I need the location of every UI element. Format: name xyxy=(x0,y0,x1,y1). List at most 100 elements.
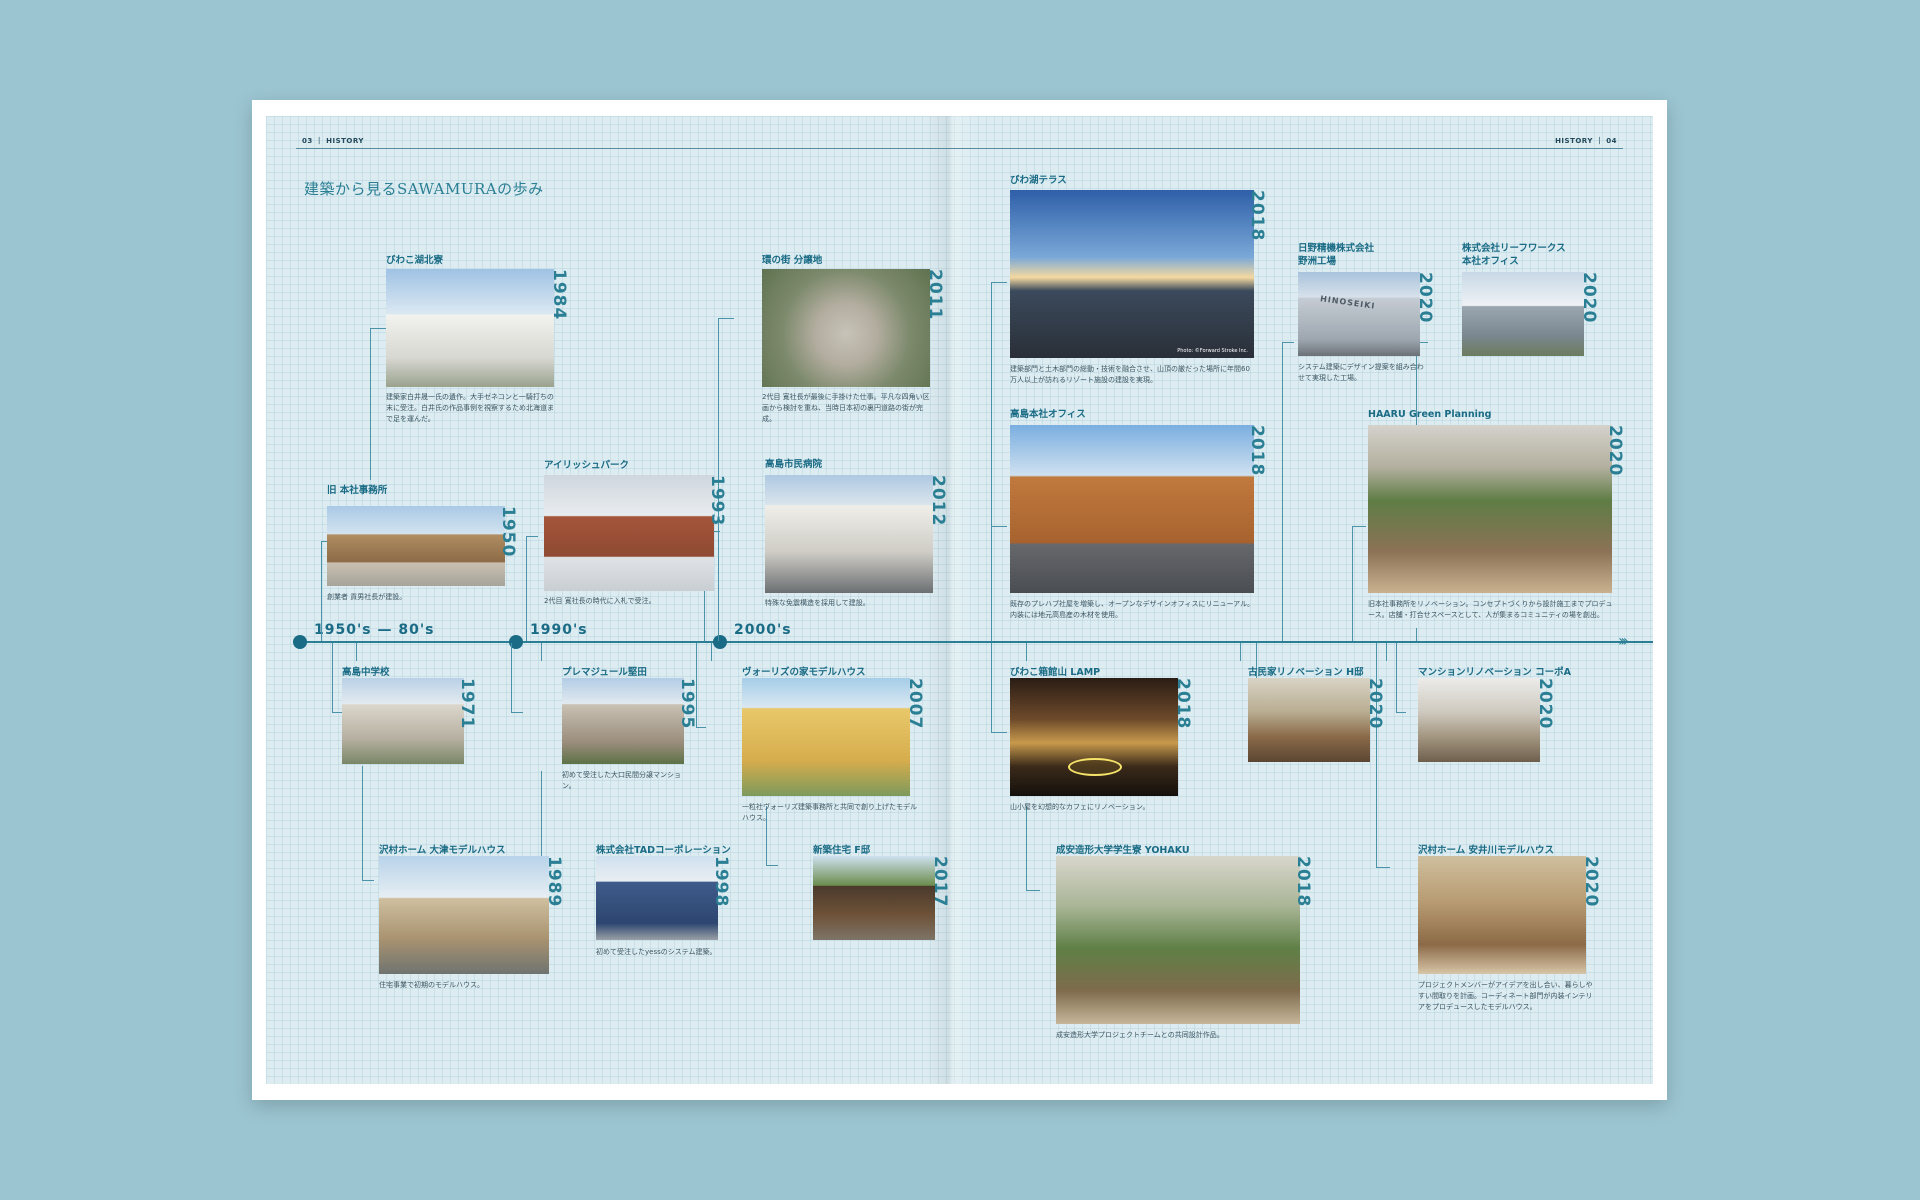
entry-year: 2018 xyxy=(1173,678,1193,730)
entry-photo xyxy=(386,269,554,387)
connector xyxy=(541,643,542,661)
entry-seian: 成安造形大学学生寮 YOHAKU 2018 成安造形大学プロジェクトチームとの共… xyxy=(1056,844,1313,1054)
entry-year: 1971 xyxy=(457,678,477,730)
timeline-axis xyxy=(302,641,1653,643)
spread-paper: 03 ｜ HISTORY HISTORY ｜ 04 建築から見るSAWAMURA… xyxy=(266,116,1653,1084)
photo-credit: Photo: ©Forward Stroke Inc. xyxy=(1177,348,1248,354)
entry-photo xyxy=(544,475,714,591)
entry-title: びわこ湖北寮 xyxy=(386,255,444,266)
entry-sawamura-otsu: 沢村ホーム 大津モデルハウス 1989 住宅事業で初期のモデルハウス。 xyxy=(379,844,569,994)
timeline-arrow-icon: ››› xyxy=(1618,631,1629,650)
entry-photo xyxy=(762,269,930,387)
connector xyxy=(1282,342,1294,641)
entry-title: 環の街 分譲地 xyxy=(762,255,823,266)
entry-takashima-office: 高島本社オフィス 2018 既存のプレハブ社屋を増築し、オープンなデザインオフィ… xyxy=(1010,408,1267,633)
entry-photo xyxy=(1368,425,1612,593)
hino-sign: HINOSEIKI xyxy=(1319,294,1376,311)
entry-year: 1995 xyxy=(677,678,697,730)
entry-kominka: 古民家リノベーション H邸 2020 xyxy=(1248,666,1398,766)
entry-description: 特殊な免震構造を採用して建設。 xyxy=(765,599,870,607)
entry-description: 建築部門と土木部門の総動・技術を融合させ、山頂の厳だった場所に年間60万人以上が… xyxy=(1010,365,1250,384)
entry-year: 2020 xyxy=(1581,856,1601,908)
entry-year: 2018 xyxy=(1293,856,1313,908)
entry-photo xyxy=(379,856,549,974)
connector xyxy=(1026,643,1027,661)
entry-haaru: HAARU Green Planning 2020 旧本社事務所をリノベーション… xyxy=(1368,408,1628,633)
connector xyxy=(1026,806,1040,891)
entry-premajour: プレマジュール堅田 1995 初めて受注した大口民間分譲マンション。 xyxy=(562,666,697,791)
entry-description: 2代目 寛社長の時代に入札で受注。 xyxy=(544,597,656,605)
entry-shinchiku-f: 新築住宅 F邸 2017 xyxy=(813,844,953,944)
entry-year: 2018 xyxy=(1247,425,1267,477)
entry-title: 株式会社リーフワークス 本社オフィス xyxy=(1462,243,1566,267)
entry-title: びわ湖テラス xyxy=(1010,175,1067,186)
connector xyxy=(526,536,538,641)
entry-description: 初めて受注したyessのシステム建築。 xyxy=(596,948,717,956)
entry-year: 2020 xyxy=(1415,272,1435,324)
entry-year: 1989 xyxy=(544,856,564,908)
entry-photo: Photo: ©Forward Stroke Inc. xyxy=(1010,190,1254,358)
entry-photo xyxy=(1056,856,1300,1024)
connector xyxy=(991,282,1007,542)
entry-year: 2012 xyxy=(928,475,948,527)
entry-description: 住宅事業で初期のモデルハウス。 xyxy=(379,981,484,989)
entry-irish-park: アイリッシュパーク 1993 2代目 寛社長の時代に入札で受注。 xyxy=(544,459,734,619)
entry-year: 2011 xyxy=(925,269,945,321)
entry-hino: 日野精機株式会社 野洲工場 HINOSEIKI 2020 システム建築にデザイン… xyxy=(1298,242,1438,392)
entry-description: 建築家白井晟一氏の遺作。大手ゼネコンと一騎打ちの末に受注。白井氏の作品事例を視察… xyxy=(386,393,554,423)
connector xyxy=(991,526,1007,641)
entry-biwako-terrace: びわ湖テラス Photo: ©Forward Stroke Inc. 2018 … xyxy=(1010,174,1267,414)
connector xyxy=(1240,643,1241,661)
header-rule xyxy=(296,148,1623,149)
entry-description: 山小屋を幻想的なカフェにリノベーション。 xyxy=(1010,803,1150,811)
page-header-right: HISTORY ｜ 04 xyxy=(1555,137,1617,145)
entry-description: 旧本社事務所をリノベーション。コンセプトづくりから設計施工までプロデュース。店舗… xyxy=(1368,600,1613,619)
entry-photo xyxy=(1462,272,1584,356)
entry-description: 既存のプレハブ社屋を増築し、オープンなデザインオフィスにリニューアル。内装には地… xyxy=(1010,600,1255,619)
entry-photo xyxy=(813,856,935,940)
connector xyxy=(362,766,374,881)
entry-biwako-hokuryo: びわこ湖北寮 1984 建築家白井晟一氏の遺作。大手ゼネコンと一騎打ちの末に受注… xyxy=(386,254,569,434)
entry-title: HAARU Green Planning xyxy=(1368,409,1492,420)
entry-photo xyxy=(1418,678,1540,762)
connector xyxy=(711,643,712,661)
entry-description: 創業者 貢男社長が建設。 xyxy=(327,593,407,601)
connector xyxy=(696,643,706,728)
era-label-2000s: 2000's xyxy=(734,622,792,638)
entry-leafworks: 株式会社リーフワークス 本社オフィス 2020 xyxy=(1462,242,1602,362)
era-label-1990s: 1990's xyxy=(530,622,588,638)
connector xyxy=(511,643,523,713)
entry-photo xyxy=(1010,425,1254,593)
entry-title: アイリッシュパーク xyxy=(544,460,630,471)
entry-takashima-hospital: 高島市民病院 2012 特殊な免震構造を採用して建設。 xyxy=(765,458,955,618)
entry-year: 2007 xyxy=(905,678,925,730)
connector xyxy=(356,643,357,661)
entry-year: 1950 xyxy=(498,506,518,558)
entry-description: 一粒社ヴォーリズ建築事務所と共同で創り上げたモデルハウス。 xyxy=(742,803,917,822)
entry-photo xyxy=(1010,678,1178,796)
entry-description: システム建築にデザイン提案を組み合わせて実現した工場。 xyxy=(1298,363,1424,382)
connector xyxy=(1352,526,1366,641)
era-marker-1950s xyxy=(293,635,307,649)
entry-year: 1993 xyxy=(707,475,727,527)
entry-year: 2020 xyxy=(1579,272,1599,324)
lamp-light xyxy=(1068,758,1122,776)
entry-koshima-chugakko: 高島中学校 1971 xyxy=(342,666,482,778)
entry-year: 1984 xyxy=(549,269,569,321)
page-header-left: 03 ｜ HISTORY xyxy=(302,137,364,145)
entry-tad: 株式会社TADコーポレーション 1998 初めて受注したyessのシステム建築。 xyxy=(596,844,746,964)
connector xyxy=(991,643,1007,733)
entry-year: 2018 xyxy=(1247,190,1267,242)
magazine-spread: 03 ｜ HISTORY HISTORY ｜ 04 建築から見るSAWAMURA… xyxy=(252,100,1667,1100)
entry-mansion: マンションリノベーション コーポA 2020 xyxy=(1418,666,1588,766)
entry-title: 旧 本社事務所 xyxy=(327,485,388,496)
entry-kan-no-machi: 環の街 分譲地 2011 2代目 寛社長が最後に手掛けた仕事。平凡な四角い区画か… xyxy=(762,254,952,454)
entry-title: 日野精機株式会社 野洲工場 xyxy=(1298,243,1375,267)
entry-photo xyxy=(596,856,718,940)
entry-title: 高島本社オフィス xyxy=(1010,409,1086,420)
entry-photo xyxy=(742,678,910,796)
entry-description: 初めて受注した大口民間分譲マンション。 xyxy=(562,771,681,790)
entry-description: 2代目 寛社長が最後に手掛けた仕事。平凡な四角い区画から検討を重ね、当時日本初の… xyxy=(762,393,930,423)
entry-kyu-honsha: 旧 本社事務所 1950 創業者 貢男社長が建設。 xyxy=(327,484,518,614)
entry-description: 成安造形大学プロジェクトチームとの共同設計作品。 xyxy=(1056,1031,1224,1039)
